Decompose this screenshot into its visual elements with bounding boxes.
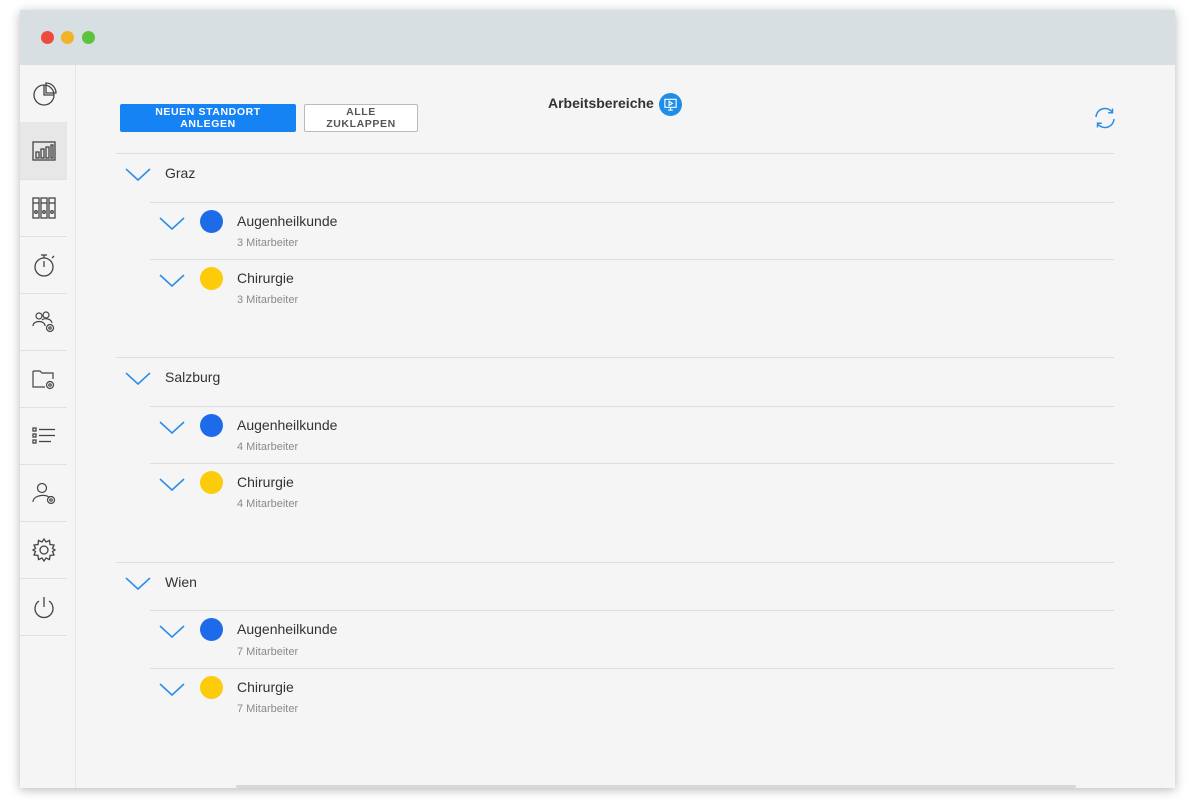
refresh-icon[interactable] <box>1092 105 1118 131</box>
minimize-window-button[interactable] <box>61 31 74 44</box>
chevron-down-icon[interactable] <box>159 421 185 435</box>
divider <box>150 463 1114 464</box>
chevron-down-icon[interactable] <box>159 683 185 697</box>
sidebar-separator <box>67 65 76 788</box>
divider <box>116 357 1114 358</box>
collapse-all-button[interactable]: ALLE ZUKLAPPEN <box>304 104 418 132</box>
folder-settings-icon <box>31 369 54 389</box>
stopwatch-icon <box>33 253 54 277</box>
new-location-button[interactable]: NEUEN STANDORT ANLEGEN <box>120 104 296 132</box>
area-color-dot <box>200 676 223 699</box>
maximize-window-button[interactable] <box>82 31 95 44</box>
power-icon <box>33 596 54 618</box>
employee-count: 3 Mitarbeiter <box>237 294 299 306</box>
sidebar-item-folder-settings[interactable] <box>20 350 67 408</box>
area-name: Augenheilkunde <box>237 417 338 433</box>
chevron-down-icon[interactable] <box>159 274 185 288</box>
sidebar-item-logout[interactable] <box>20 578 67 636</box>
sidebar-item-list[interactable] <box>20 407 67 465</box>
location-name: Graz <box>165 165 196 181</box>
sidebar-item-team-settings[interactable] <box>20 293 67 351</box>
user-settings-icon <box>31 482 55 504</box>
chevron-down-icon[interactable] <box>159 217 185 231</box>
employee-count: 4 Mitarbeiter <box>237 498 299 510</box>
main-content: Arbeitsbereiche NEUEN STANDORT ANLEGEN A… <box>76 65 1175 788</box>
chevron-down-icon[interactable] <box>159 478 185 492</box>
group-settings-icon <box>31 310 54 332</box>
area-color-dot <box>200 618 223 641</box>
sidebar-item-dashboard[interactable] <box>20 65 67 123</box>
close-window-button[interactable] <box>41 31 54 44</box>
chevron-down-icon[interactable] <box>125 577 151 591</box>
area-name: Chirurgie <box>237 474 294 490</box>
title-bar <box>20 10 1175 65</box>
chevron-down-icon[interactable] <box>125 168 151 182</box>
location-name: Salzburg <box>165 369 221 385</box>
gear-icon <box>31 537 56 562</box>
app-window: Arbeitsbereiche NEUEN STANDORT ANLEGEN A… <box>20 10 1175 788</box>
bar-chart-icon <box>31 140 56 161</box>
horizontal-scrollbar[interactable] <box>236 785 1076 788</box>
binders-icon <box>31 196 56 219</box>
sidebar-item-settings[interactable] <box>20 521 67 579</box>
sidebar-item-statistics[interactable] <box>20 122 67 180</box>
area-color-dot <box>200 471 223 494</box>
employee-count: 3 Mitarbeiter <box>237 237 299 249</box>
divider <box>150 406 1114 407</box>
sidebar <box>20 65 68 788</box>
divider <box>116 153 1114 154</box>
list-icon <box>31 426 55 444</box>
location-name: Wien <box>165 574 197 590</box>
area-name: Chirurgie <box>237 679 294 695</box>
area-color-dot <box>200 210 223 233</box>
area-color-dot <box>200 267 223 290</box>
chevron-down-icon[interactable] <box>125 372 151 386</box>
sidebar-item-user-settings[interactable] <box>20 464 67 522</box>
employee-count: 7 Mitarbeiter <box>237 703 299 715</box>
divider <box>150 259 1114 260</box>
divider <box>150 668 1114 669</box>
sidebar-item-archive[interactable] <box>20 179 67 237</box>
divider <box>150 202 1114 203</box>
chevron-down-icon[interactable] <box>159 625 185 639</box>
employee-count: 7 Mitarbeiter <box>237 646 299 658</box>
pie-chart-icon <box>32 81 57 106</box>
presentation-icon[interactable] <box>659 93 682 116</box>
area-color-dot <box>200 414 223 437</box>
sidebar-item-time-tracking[interactable] <box>20 236 67 294</box>
area-name: Augenheilkunde <box>237 621 338 637</box>
divider <box>116 562 1114 563</box>
area-name: Chirurgie <box>237 270 294 286</box>
divider <box>150 610 1114 611</box>
page-title: Arbeitsbereiche <box>548 95 654 111</box>
area-name: Augenheilkunde <box>237 213 338 229</box>
employee-count: 4 Mitarbeiter <box>237 441 299 453</box>
